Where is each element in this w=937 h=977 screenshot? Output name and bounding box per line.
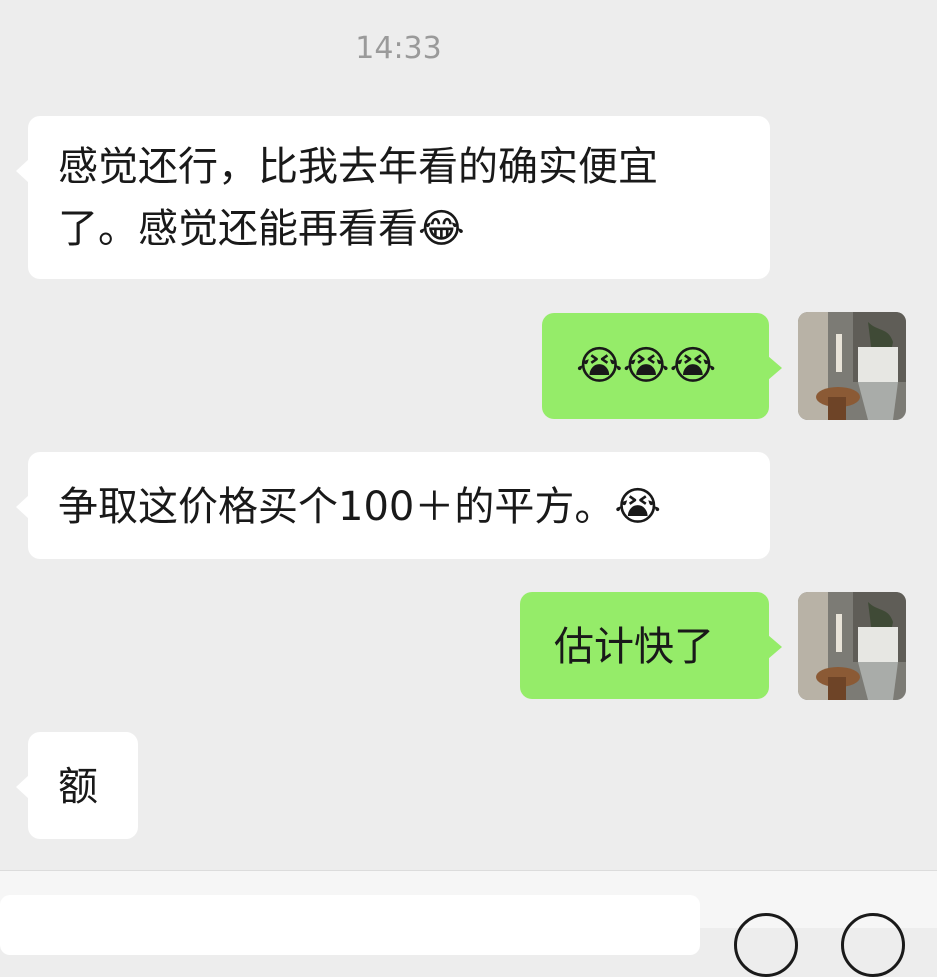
message-text: 争取这价格买个100＋的平方。😭 — [58, 484, 662, 530]
message-timestamp: 14:33 — [355, 31, 442, 66]
message-bubble-incoming[interactable]: 感觉还行，比我去年看的确实便宜 了。感觉还能再看看😂 — [16, 116, 770, 279]
message-input[interactable] — [0, 895, 700, 955]
message-bubble-outgoing[interactable]: 估计快了 — [520, 592, 782, 699]
emoji-icon[interactable] — [841, 913, 905, 977]
message-text-line: 感觉还行，比我去年看的确实便宜 — [58, 144, 658, 190]
input-bar — [0, 870, 937, 977]
message-text: 😭😭😭 — [576, 343, 717, 389]
message-bubble-incoming[interactable]: 额 — [16, 732, 138, 839]
message-text: 额 — [58, 764, 98, 810]
message-text: 估计快了 — [554, 624, 714, 670]
voice-icon[interactable] — [734, 913, 798, 977]
message-text-line: 了。感觉还能再看看😂 — [58, 206, 465, 252]
message-bubble-outgoing[interactable]: 😭😭😭 — [542, 313, 782, 419]
avatar[interactable] — [798, 592, 906, 700]
message-bubble-incoming[interactable]: 争取这价格买个100＋的平方。😭 — [16, 452, 770, 559]
avatar[interactable] — [798, 312, 906, 420]
